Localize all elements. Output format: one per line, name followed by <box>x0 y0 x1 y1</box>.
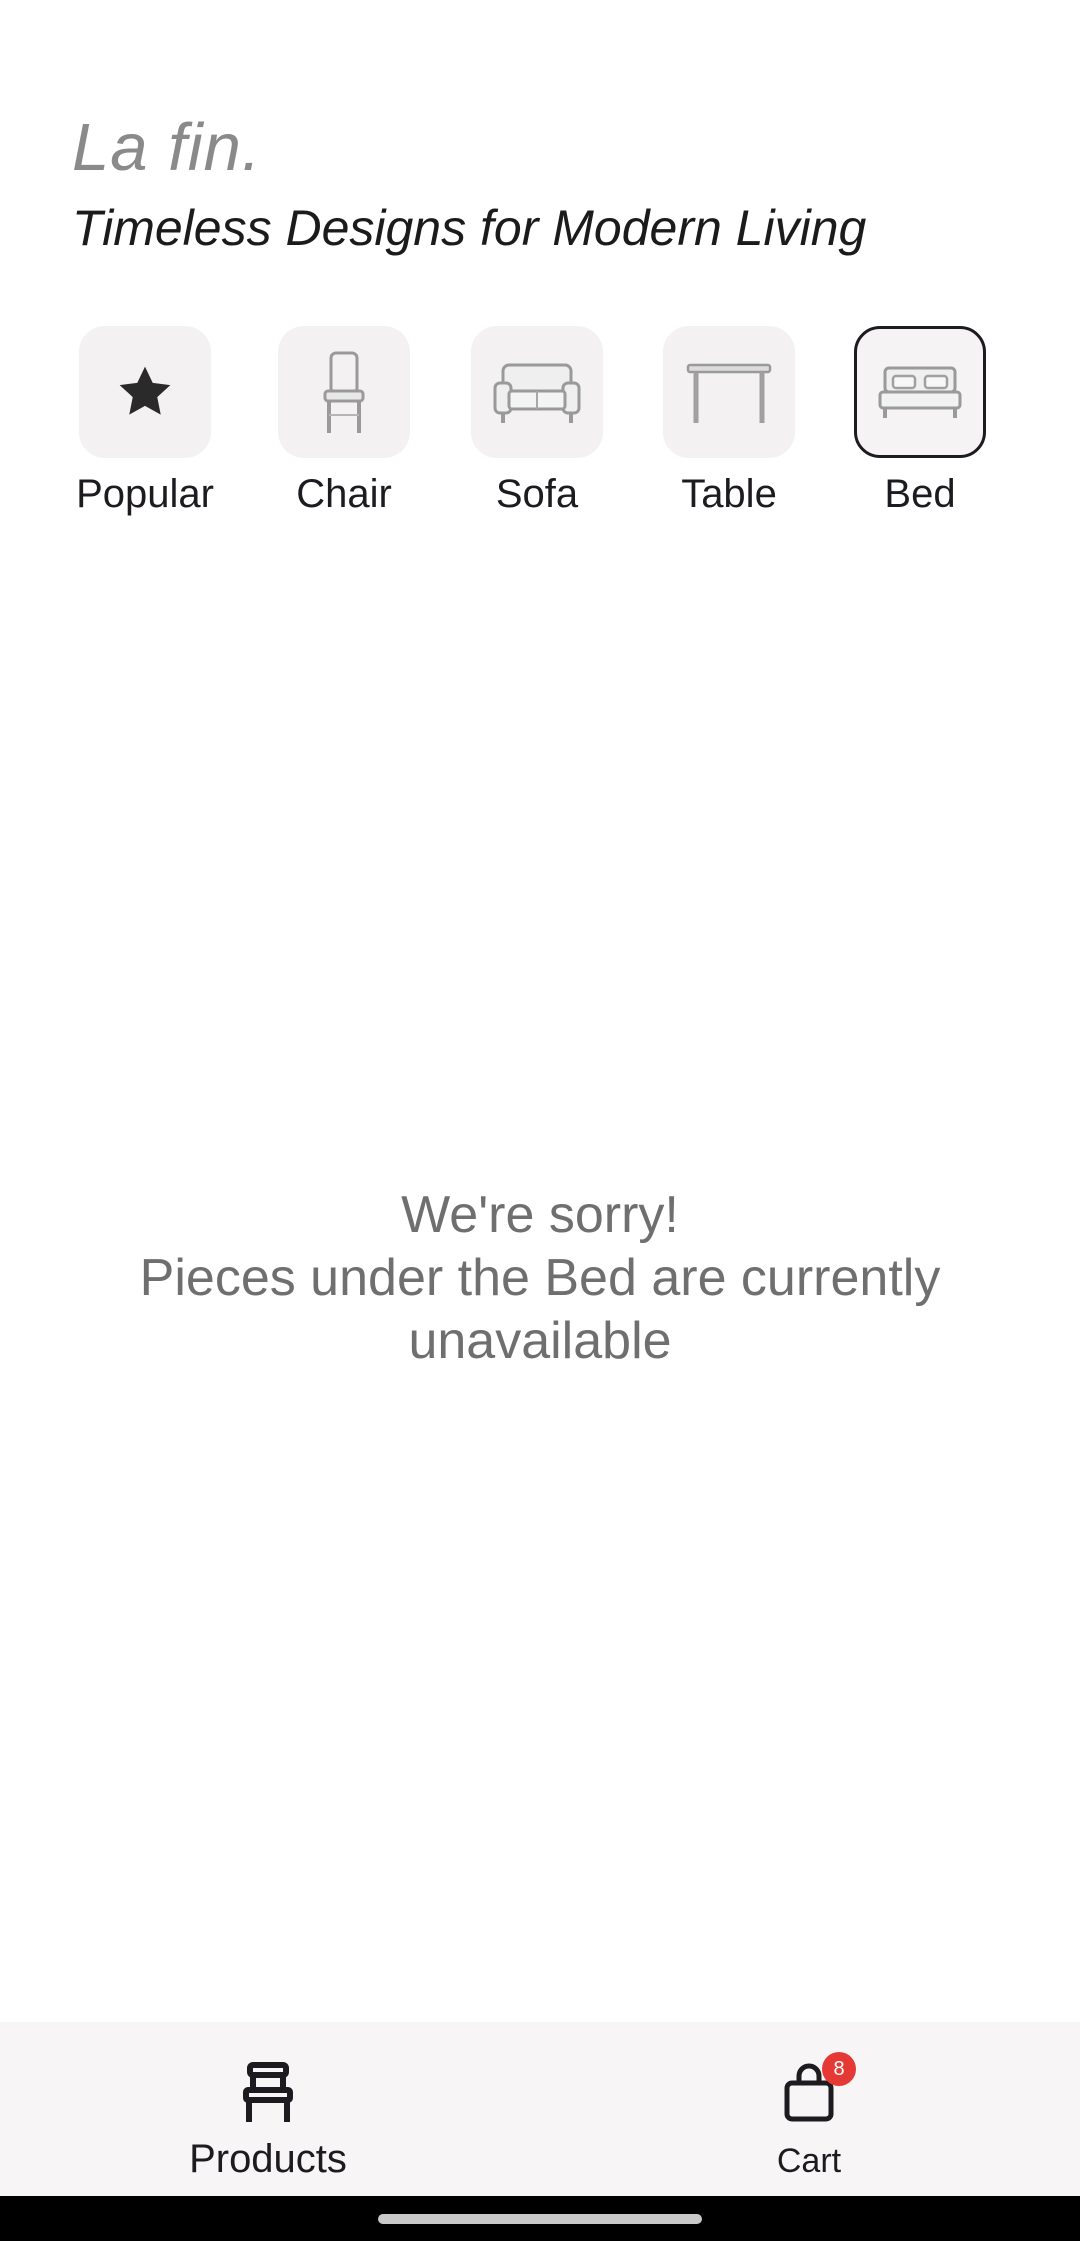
category-popular[interactable]: Popular <box>60 326 230 518</box>
category-popular-label: Popular <box>76 472 214 516</box>
empty-state-title: We're sorry! <box>401 1186 679 1244</box>
category-chair-label: Chair <box>296 472 392 516</box>
star-icon <box>119 366 171 415</box>
category-selector: Popular Chair Sofa Table Bed <box>0 326 1080 526</box>
cart-count-badge: 8 <box>822 2052 856 2086</box>
category-bed-label: Bed <box>884 472 956 516</box>
category-table-tile[interactable] <box>663 326 795 458</box>
app-header: La fin. Timeless Designs for Modern Livi… <box>72 108 1040 258</box>
category-table[interactable]: Table <box>644 326 814 518</box>
table-icon <box>686 363 772 423</box>
empty-state-line-2: unavailable <box>408 1312 672 1370</box>
chair-icon <box>323 351 365 433</box>
category-bed[interactable]: Bed <box>835 326 1005 518</box>
sofa-icon <box>493 363 581 423</box>
nav-cart-label: Cart <box>776 2142 842 2180</box>
bed-icon <box>878 366 962 418</box>
category-popular-tile[interactable] <box>79 326 211 458</box>
empty-state-message: We're sorry! Pieces under the Bed are cu… <box>60 1184 1020 1373</box>
category-chair[interactable]: Chair <box>259 326 429 518</box>
cart-nav-icon-wrap: 8 <box>774 2052 856 2128</box>
bottom-navigation-bar: Products 8 Cart <box>0 2022 1080 2196</box>
category-bed-tile[interactable] <box>854 326 986 458</box>
nav-cart[interactable]: 8 Cart <box>659 2022 959 2196</box>
home-gesture-handle[interactable] <box>378 2214 702 2224</box>
brand-tagline: Timeless Designs for Modern Living <box>72 200 867 256</box>
system-gesture-bar <box>0 2196 1080 2241</box>
chair-icon <box>243 2062 293 2122</box>
category-chair-tile[interactable] <box>278 326 410 458</box>
nav-products[interactable]: Products <box>118 2022 418 2196</box>
category-sofa-label: Sofa <box>495 472 579 516</box>
brand-title: La fin. <box>72 110 262 185</box>
nav-products-label: Products <box>189 2137 347 2181</box>
category-table-label: Table <box>681 472 777 516</box>
category-sofa-tile[interactable] <box>471 326 603 458</box>
empty-state-line-1: Pieces under the Bed are currently <box>139 1249 941 1307</box>
category-sofa[interactable]: Sofa <box>452 326 622 518</box>
products-nav-icon-wrap <box>233 2058 303 2128</box>
